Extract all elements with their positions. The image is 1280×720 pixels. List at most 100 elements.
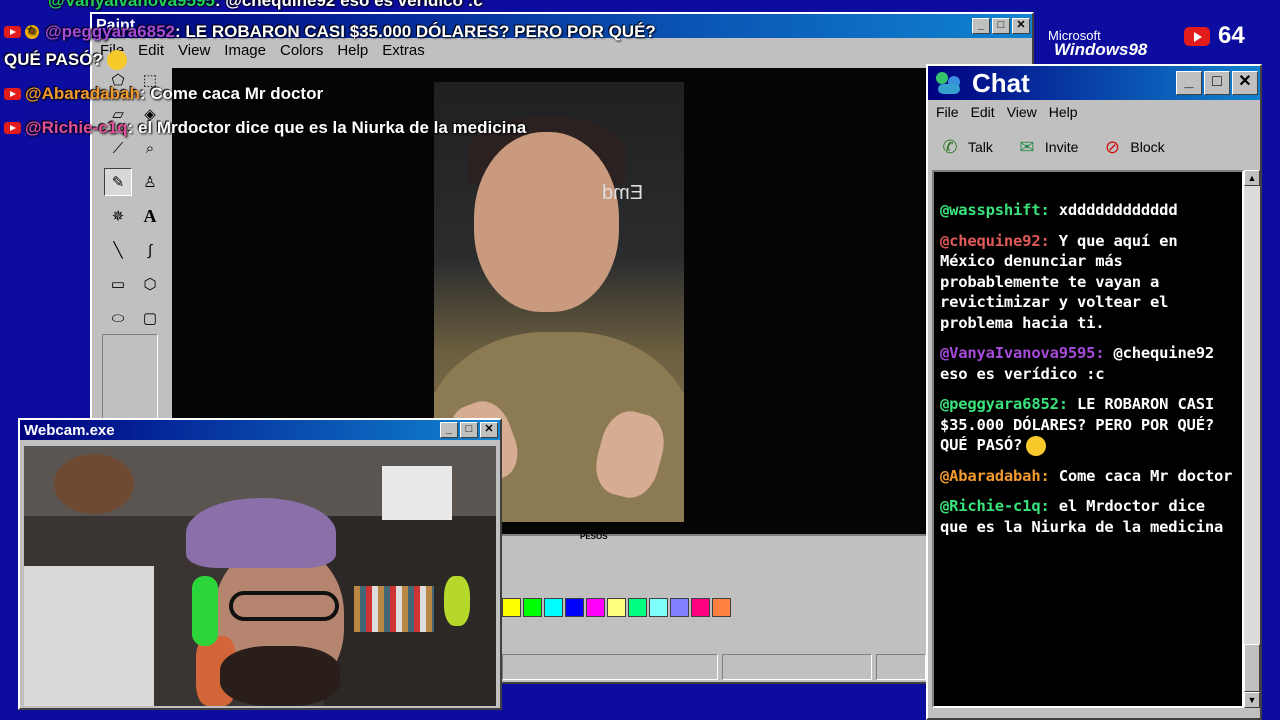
cam-headset [192,576,218,646]
color-swatch[interactable] [670,598,689,617]
webcam-title: Webcam.exe [24,421,115,439]
color-swatch[interactable] [502,598,521,617]
airbrush-icon[interactable]: ✵ [104,202,132,230]
color-swatch[interactable] [607,598,626,617]
magnifier-icon[interactable]: ⌕ [136,134,164,162]
menu-colors[interactable]: Colors [280,42,323,60]
status-cell [722,654,872,680]
chat-log[interactable]: @wasspshift: xdddddddddddd @chequine92: … [932,170,1244,708]
color-swatch[interactable] [523,598,542,617]
invite-button[interactable]: ✉ Invite [1015,135,1078,159]
color-swatch[interactable] [691,598,710,617]
menu-help[interactable]: Help [337,42,368,60]
emoji-icon [1026,435,1047,456]
menu-image[interactable]: Image [224,42,266,60]
rectangle-icon[interactable]: ▭ [104,270,132,298]
color-swatch[interactable] [712,598,731,617]
chat-menu-help[interactable]: Help [1049,104,1078,120]
color-picker-icon[interactable]: ⟋ [104,134,132,162]
viewer-count: 64 [1218,22,1245,49]
minimize-button[interactable]: _ [1176,71,1202,95]
status-cell [876,654,926,680]
chat-message: @wasspshift: xdddddddddddd [940,200,1236,221]
status-cell [502,654,718,680]
talk-label: Talk [968,139,993,155]
maximize-button[interactable]: □ [460,422,478,438]
text-tool-icon[interactable]: A [136,202,164,230]
paint-titlebar[interactable]: Paint _ □ ✕ [92,14,1032,38]
video-neon-sign: Emd [602,182,644,204]
cam-glasses [229,591,339,621]
chat-menu-edit[interactable]: Edit [971,104,995,120]
invite-icon: ✉ [1019,136,1035,157]
line-icon[interactable]: ╲ [104,236,132,264]
rect-select-icon[interactable]: ⬚ [136,66,164,94]
ellipse-icon[interactable]: ⬭ [104,304,132,332]
color-swatch[interactable] [586,598,605,617]
chat-message: @VanyaIvanova9595: @chequine92 eso es ve… [940,343,1236,384]
invite-label: Invite [1044,139,1079,155]
pencil-icon[interactable]: ✎ [104,168,132,196]
menu-file[interactable]: File [100,42,124,60]
windows-logo: Microsoft Windows98 [1048,24,1168,64]
eraser-icon[interactable]: ▱ [104,100,132,128]
block-button[interactable]: ⊘ Block [1100,135,1165,159]
chat-user: @peggyara6852: [940,395,1068,413]
maximize-button[interactable]: □ [992,18,1010,34]
chat-text: Come caca Mr doctor [1058,466,1233,485]
chat-message: @peggyara6852: LE ROBARON CASI $35.000 D… [940,394,1236,456]
color-swatch[interactable] [649,598,668,617]
member-badge-icon: ★ [25,25,39,39]
color-swatch[interactable] [628,598,647,617]
maximize-button[interactable]: □ [1204,71,1230,95]
youtube-icon [4,122,21,134]
video-person-face [474,132,619,312]
webcam-titlebar[interactable]: Webcam.exe _ □ ✕ [20,420,500,440]
scroll-thumb[interactable] [1244,644,1260,692]
color-swatch[interactable] [544,598,563,617]
close-button[interactable]: ✕ [1232,71,1258,95]
menu-edit[interactable]: Edit [138,42,164,60]
minimize-button[interactable]: _ [972,18,990,34]
talk-icon: ✆ [942,136,958,157]
paint-menubar: File Edit View Image Colors Help Extras [92,38,1032,64]
rounded-rect-icon[interactable]: ▢ [136,304,164,332]
chat-menu-file[interactable]: File [936,104,959,120]
tool-options-box[interactable] [102,334,158,426]
webcam-window: Webcam.exe _ □ ✕ [18,418,502,710]
color-swatch[interactable] [565,598,584,617]
chat-menu-view[interactable]: View [1007,104,1037,120]
scroll-down-icon[interactable]: ▼ [1244,692,1260,708]
chat-menubar: File Edit View Help [928,100,1260,124]
menu-extras[interactable]: Extras [382,42,425,60]
chat-scrollbar[interactable]: ▲ ▼ [1244,170,1260,708]
overlay-text: QUÉ PASÓ? [4,50,103,69]
brush-icon[interactable]: ♙ [136,168,164,196]
close-button[interactable]: ✕ [1012,18,1030,34]
chat-message: @chequine92: Y que aquí en México denunc… [940,231,1236,334]
fill-bucket-icon[interactable]: ◈ [136,100,164,128]
viewer-counter: 64 [1184,22,1245,50]
cam-figure [444,576,470,626]
scroll-up-icon[interactable]: ▲ [1244,170,1260,186]
overlay-user: @VanyaIvanova9595 [48,0,215,10]
paint-title: Paint [96,17,136,34]
close-button[interactable]: ✕ [480,422,498,438]
chat-window: Chat _ □ ✕ File Edit View Help ✆ Talk ✉ … [926,64,1262,720]
minimize-button[interactable]: _ [440,422,458,438]
chat-toolbar: ✆ Talk ✉ Invite ⊘ Block [928,124,1260,170]
chat-text: xdddddddddddd [1058,201,1178,219]
menu-view[interactable]: View [178,42,210,60]
chat-user: @wasspshift: [940,201,1050,219]
polygon-icon[interactable]: ⬡ [136,270,164,298]
chat-titlebar[interactable]: Chat _ □ ✕ [928,66,1260,100]
cam-cap [186,498,336,568]
youtube-icon [1184,26,1210,46]
free-select-icon[interactable]: ⬠ [104,66,132,94]
talk-button[interactable]: ✆ Talk [938,135,993,159]
color-palette [502,598,731,617]
chat-user: @chequine92: [940,231,1050,250]
overlay-text: : @chequine92 eso es verídico :c [214,0,483,10]
curve-icon[interactable]: ∫ [136,236,164,264]
chat-user: @VanyaIvanova9595: [940,344,1105,362]
